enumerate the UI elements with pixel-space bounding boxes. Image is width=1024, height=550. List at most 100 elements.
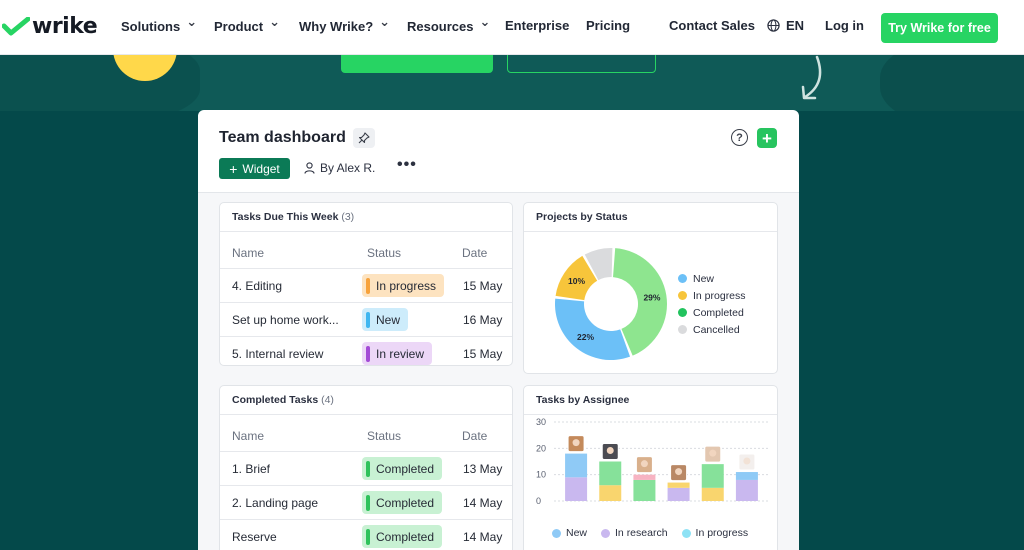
completed-tasks-widget: Completed Tasks (4) Name Status Date 1. … [219, 385, 513, 550]
table-row[interactable]: 4. Editing In progress 15 May [220, 268, 512, 302]
bar-segment[interactable] [633, 474, 656, 480]
divider [220, 231, 512, 232]
status-badge[interactable]: New [362, 308, 409, 331]
column-header-status[interactable]: Status [367, 246, 401, 260]
nav-item-why-wrike[interactable]: Why Wrike? ⌄ [299, 14, 390, 34]
add-button[interactable]: + [757, 128, 777, 148]
help-icon[interactable]: ? [731, 129, 748, 146]
avatar-face [572, 439, 580, 447]
task-date: 15 May [463, 347, 503, 361]
donut-label: 29% [643, 292, 660, 302]
legend-item: New [678, 270, 746, 287]
pin-button[interactable] [353, 128, 375, 148]
task-name[interactable]: 5. Internal review [232, 347, 323, 361]
column-header-date[interactable]: Date [462, 429, 487, 443]
login-label: Log in [825, 18, 864, 33]
column-header-name[interactable]: Name [232, 246, 264, 260]
status-badge[interactable]: Completed [362, 457, 443, 480]
task-date: 14 May [463, 496, 503, 510]
language-selector[interactable]: EN [767, 18, 804, 33]
nav-item-label: Resources [407, 18, 474, 34]
table-row[interactable]: Reserve Completed 14 May [220, 519, 512, 550]
bar-segment[interactable] [701, 487, 724, 501]
bar-segment[interactable] [633, 479, 656, 501]
contact-sales-link[interactable]: Contact Sales [669, 18, 755, 33]
assignee-title: Tasks by Assignee [536, 394, 630, 406]
curved-arrow-icon [801, 55, 822, 100]
task-name[interactable]: Reserve [232, 530, 277, 544]
status-color-bar [366, 460, 370, 477]
y-tick-label: 0 [536, 496, 541, 506]
status-badge[interactable]: In review [362, 342, 433, 365]
status-label: In review [376, 346, 425, 361]
bar-segment[interactable] [735, 479, 758, 501]
status-color-bar [366, 311, 370, 328]
table-row[interactable]: 2. Landing page Completed 14 May [220, 485, 512, 519]
projects-by-status-widget: Projects by Status 29% 22% 10% New In progr… [523, 202, 778, 374]
status-badge[interactable]: Completed [362, 525, 443, 548]
status-badge[interactable]: Completed [362, 491, 443, 514]
chevron-down-icon: ⌄ [269, 14, 281, 29]
task-name[interactable]: 1. Brief [232, 462, 270, 476]
nav-item-pricing[interactable]: Pricing [586, 18, 630, 33]
legend-dot [681, 528, 691, 538]
avatar-face [743, 457, 751, 465]
add-widget-button[interactable]: + Widget [219, 158, 290, 179]
nav-item-solutions[interactable]: Solutions ⌄ [121, 14, 197, 34]
legend-label: New [693, 272, 715, 285]
contact-sales-label: Contact Sales [669, 18, 755, 33]
user-icon [304, 162, 315, 174]
avatar-face [606, 447, 614, 454]
bar-segment[interactable] [667, 482, 690, 488]
bar-segment[interactable] [565, 453, 588, 478]
task-date: 14 May [463, 530, 503, 544]
nav-item-resources[interactable]: Resources ⌄ [407, 14, 490, 34]
assignee-legend: New In research In progress [552, 527, 748, 539]
table-row[interactable]: 1. Brief Completed 13 May [220, 451, 512, 485]
status-badge[interactable]: In progress [362, 274, 445, 297]
logo-text: wrike [32, 14, 98, 39]
login-link[interactable]: Log in [825, 18, 864, 33]
globe-icon [767, 19, 780, 32]
table-row[interactable]: Set up home work... New 16 May [220, 302, 512, 336]
owner-label: By Alex R. [320, 161, 376, 175]
bar-segment[interactable] [701, 464, 724, 488]
nav-item-enterprise[interactable]: Enterprise [505, 18, 569, 33]
bar-segment[interactable] [667, 487, 690, 501]
task-name[interactable]: 2. Landing page [232, 496, 318, 510]
language-label: EN [786, 18, 805, 33]
tasks-due-title: Tasks Due This Week [232, 211, 339, 223]
nav-item-label: Why Wrike? [299, 18, 374, 34]
status-label: Completed [376, 495, 435, 510]
nav-item-product[interactable]: Product ⌄ [214, 14, 280, 34]
legend-dot [678, 325, 687, 334]
bar-segment[interactable] [565, 477, 588, 501]
try-wrike-button[interactable]: Try Wrike for free [881, 13, 998, 43]
more-options-icon[interactable]: ••• [397, 156, 417, 174]
decorative-blob [880, 55, 1024, 111]
bar-segment[interactable] [735, 472, 758, 480]
legend-label: New [566, 527, 588, 539]
table-row[interactable]: 5. Internal review In review 15 May [220, 336, 512, 365]
bar-segment[interactable] [599, 485, 622, 501]
column-header-status[interactable]: Status [367, 429, 401, 443]
column-header-name[interactable]: Name [232, 429, 264, 443]
wrike-logo[interactable]: wrike [2, 14, 98, 39]
owner-filter[interactable]: By Alex R. [304, 161, 375, 175]
legend-label: In progress [693, 289, 746, 302]
avatar-face [640, 460, 648, 468]
tasks-by-assignee-widget: Tasks by Assignee 0 10 20 30 New In research… [523, 385, 778, 550]
hero-primary-button[interactable] [341, 55, 493, 73]
legend-dot [552, 528, 561, 538]
bar-segment[interactable] [599, 461, 622, 486]
hero-secondary-button[interactable] [507, 55, 656, 73]
task-name[interactable]: 4. Editing [232, 279, 282, 293]
legend-label: Completed [693, 306, 744, 319]
column-header-date[interactable]: Date [462, 246, 487, 260]
donut-slice-new[interactable] [555, 298, 631, 360]
task-name[interactable]: Set up home work... [232, 313, 339, 327]
status-label: Completed [376, 461, 435, 476]
task-date: 15 May [463, 279, 503, 293]
legend-item: Completed [678, 304, 746, 321]
donut-label: 10% [568, 276, 585, 286]
